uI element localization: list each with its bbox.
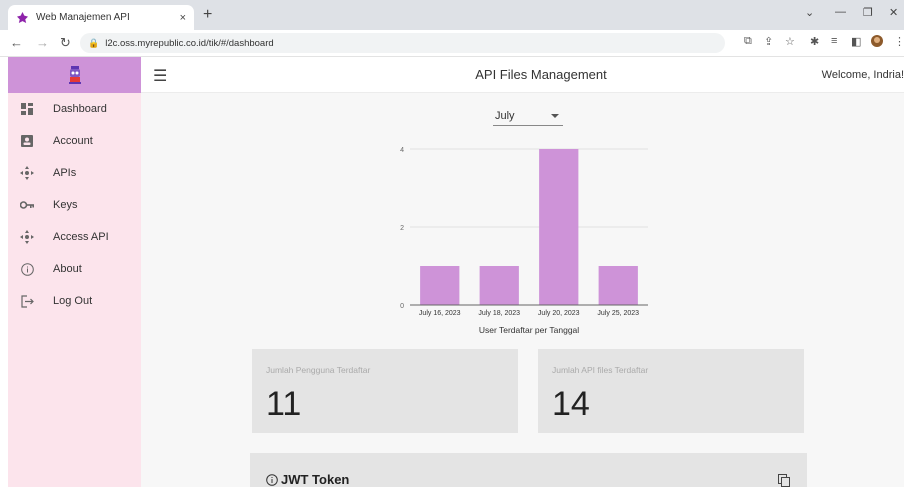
jwt-token-card: JWT Token [250,453,807,487]
sidebar-item-label: Log Out [53,295,93,307]
browser-address-bar: ← → ↻ 🔒 l2c.oss.myrepublic.co.id/tik/#/d… [0,30,904,57]
page-title: API Files Management [475,67,607,82]
mascot-logo-icon [68,66,81,84]
sidebar-item-label: Access API [53,231,109,243]
registered-api-files-card: Jumlah API files Terdaftar 14 [538,349,804,433]
screen-capture-icon[interactable]: ⧉ [744,35,752,48]
browser-tab[interactable]: Web Manajemen API × [8,5,194,30]
registered-users-card: Jumlah Pengguna Terdaftar 11 [252,349,518,433]
x-tick-label: July 20, 2023 [538,310,580,317]
access-api-icon [20,230,34,244]
sidebar-item-label: About [53,263,82,275]
sidebar: Dashboard Account APIs Keys Access API A… [8,93,141,487]
lock-icon: 🔒 [88,37,100,48]
sidebar-item-label: Dashboard [53,103,107,115]
url-text: l2c.oss.myrepublic.co.id/tik/#/dashboard [105,37,274,49]
url-field[interactable]: 🔒 l2c.oss.myrepublic.co.id/tik/#/dashboa… [80,33,725,53]
new-tab-button[interactable]: + [203,6,212,24]
chevron-down-icon [551,114,559,118]
y-tick-label: 4 [400,147,404,154]
side-panel-icon[interactable]: ◧ [851,35,861,48]
extensions-icon[interactable]: ✱ [810,35,819,48]
bar [539,149,579,305]
stat-value: 14 [552,385,590,423]
reload-icon[interactable]: ↻ [60,35,71,51]
bookmark-star-icon[interactable]: ☆ [785,35,795,48]
sidebar-item-logout[interactable]: Log Out [8,287,141,315]
stat-value: 11 [266,385,302,423]
restore-icon[interactable]: ❐ [863,6,873,19]
browser-tab-bar: Web Manajemen API × + ⌄ — ❐ ✕ [0,0,904,30]
sidebar-item-account[interactable]: Account [8,127,141,155]
logout-icon [20,294,34,308]
forward-icon[interactable]: → [36,35,49,50]
bar [479,266,519,305]
key-icon [20,198,34,212]
share-icon[interactable]: ⇪ [764,35,773,48]
app-logo[interactable] [8,57,141,93]
user-registration-chart: 0 2 4 July 16, 2023 July 18, 2023 July 20, 20… [400,147,648,335]
sidebar-item-label: Keys [53,199,78,211]
x-tick-label: July 18, 2023 [478,310,520,317]
tab-title: Web Manajemen API [36,12,130,23]
x-tick-label: July 16, 2023 [419,310,461,317]
tab-close-icon[interactable]: × [180,12,186,24]
sidebar-item-label: APIs [53,167,77,179]
sidebar-item-access-api[interactable]: Access API [8,223,141,251]
y-tick-label: 0 [400,303,404,310]
account-icon [20,134,34,148]
jwt-token-title: JWT Token [266,472,349,487]
sidebar-item-keys[interactable]: Keys [8,191,141,219]
profile-avatar-icon[interactable] [871,35,883,50]
site-favicon-icon [16,12,28,24]
y-tick-label: 2 [400,225,404,232]
apis-icon [20,166,34,180]
stat-label: Jumlah Pengguna Terdaftar [266,365,371,375]
dashboard-icon [20,102,34,116]
jwt-token-title-text: JWT Token [281,472,350,487]
sidebar-item-apis[interactable]: APIs [8,159,141,187]
close-window-icon[interactable]: ✕ [889,6,898,19]
app-header: ☰ API Files Management Welcome, Indria! [141,57,904,93]
x-tick-label: July 25, 2023 [597,310,639,317]
welcome-text: Welcome, Indria! [821,69,904,81]
reading-list-icon[interactable]: ≡ [831,35,837,47]
sidebar-item-about[interactable]: About [8,255,141,283]
bar [420,266,460,305]
copy-icon[interactable] [778,474,790,487]
info-icon [266,473,278,486]
sidebar-item-label: Account [53,135,93,147]
month-select-value: July [495,110,515,122]
tab-search-icon[interactable]: ⌄ [805,6,814,19]
back-icon[interactable]: ← [10,35,23,50]
bar [598,266,638,305]
x-axis-title: User Terdaftar per Tanggal [479,325,579,335]
info-icon [20,262,34,276]
sidebar-item-dashboard[interactable]: Dashboard [8,95,141,123]
minimize-icon[interactable]: — [835,6,846,18]
stat-label: Jumlah API files Terdaftar [552,365,649,375]
browser-menu-icon[interactable]: ⋮ [894,35,904,48]
month-select[interactable]: July [493,108,563,126]
